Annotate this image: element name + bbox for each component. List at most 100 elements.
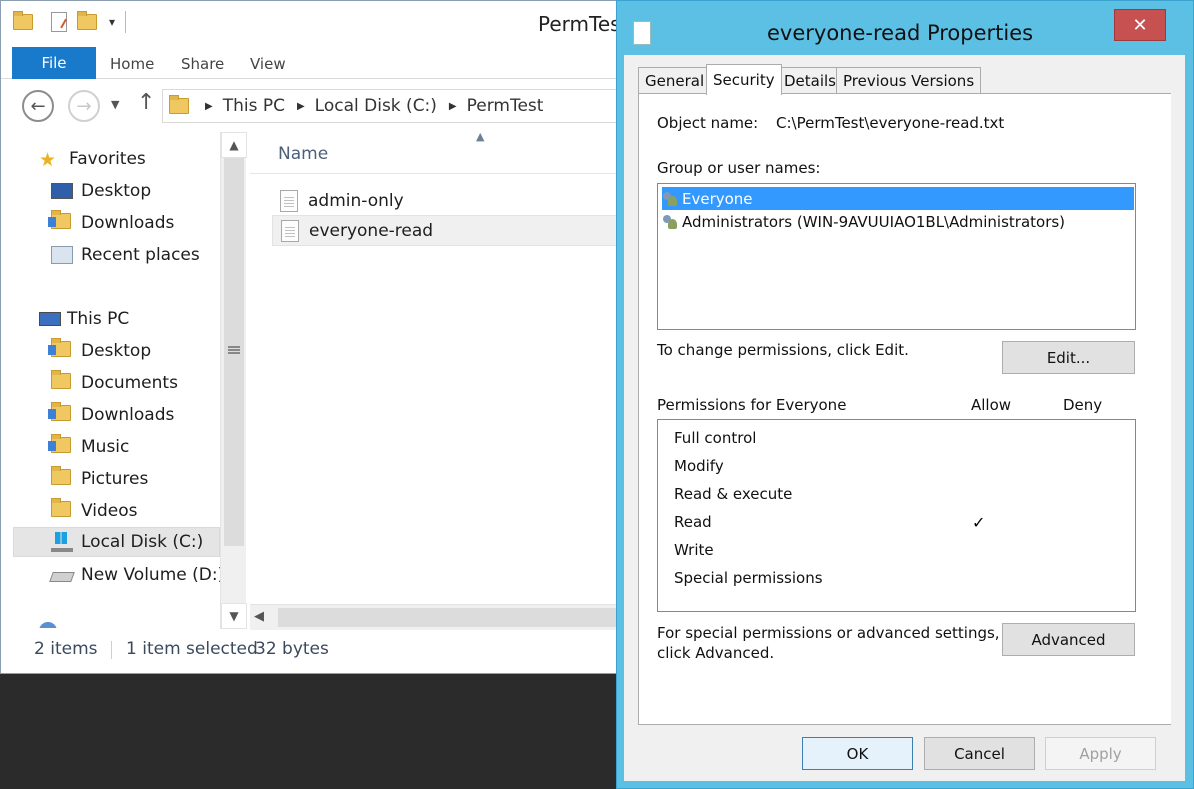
customize-qat-icon[interactable]: ▾ — [109, 15, 115, 29]
object-name-value: C:\PermTest\everyone-read.txt — [776, 114, 1005, 132]
user-row-everyone[interactable]: Everyone — [662, 187, 1134, 210]
advanced-text-line1: For special permissions or advanced sett… — [657, 624, 1000, 642]
computer-icon — [39, 312, 61, 326]
file-item-everyone-read[interactable]: everyone-read — [272, 215, 652, 246]
nav-pc-downloads[interactable]: Downloads — [48, 400, 220, 430]
read-allow-checkmark: ✓ — [972, 512, 986, 532]
close-dialog-button[interactable]: ✕ — [1114, 9, 1166, 41]
documents-folder-icon — [51, 370, 73, 393]
user-name: Everyone — [682, 189, 753, 208]
user-row-administrators[interactable]: Administrators (WIN-9AVUUIAO1BL\Administ… — [662, 210, 1134, 233]
up-button[interactable]: ↑ — [137, 90, 155, 115]
nav-label: New Volume (D:) — [81, 565, 220, 585]
quick-access-toolbar: ▾ — [13, 11, 127, 33]
file-item-admin-only[interactable]: admin-only — [272, 185, 652, 216]
breadcrumb-this-pc[interactable]: This PC — [223, 96, 285, 116]
perm-write: Write — [674, 541, 714, 559]
nav-fav-desktop[interactable]: Desktop — [51, 176, 220, 206]
nav-fav-recent-places[interactable]: Recent places — [51, 240, 220, 270]
perm-full-control: Full control — [674, 429, 757, 447]
breadcrumb-permtest[interactable]: PermTest — [467, 96, 544, 116]
nav-pc-documents[interactable]: Documents — [51, 368, 220, 398]
downloads-folder-icon — [48, 210, 73, 233]
user-list[interactable]: Everyone Administrators (WIN-9AVUUIAO1BL… — [657, 183, 1136, 330]
back-button[interactable]: ← — [22, 90, 54, 122]
nav-label: Videos — [81, 501, 138, 521]
scroll-left-button[interactable]: ◀ — [254, 609, 264, 624]
perm-read-execute: Read & execute — [674, 485, 793, 503]
tab-general[interactable]: General — [638, 67, 712, 93]
permissions-for-label: Permissions for Everyone — [657, 396, 847, 414]
tab-details[interactable]: Details — [777, 67, 844, 93]
nav-label: Favorites — [69, 149, 146, 169]
ok-button[interactable]: OK — [802, 737, 913, 770]
nav-pc-videos[interactable]: Videos — [51, 496, 220, 526]
status-item-count: 2 items — [34, 639, 98, 659]
perm-modify: Modify — [674, 457, 724, 475]
forward-button[interactable]: → — [68, 90, 100, 122]
recent-locations-dropdown[interactable]: ▼ — [111, 98, 119, 111]
nav-favorites[interactable]: ★ Favorites — [39, 144, 220, 174]
nav-label: Desktop — [81, 341, 152, 361]
tab-previous-versions[interactable]: Previous Versions — [836, 67, 982, 93]
properties-icon[interactable] — [51, 12, 67, 32]
chevron-right-icon: ▶ — [296, 100, 305, 112]
user-group-icon — [662, 214, 678, 230]
pictures-folder-icon — [51, 466, 73, 489]
nav-pc-pictures[interactable]: Pictures — [51, 464, 220, 494]
nav-label: Documents — [81, 373, 178, 393]
tab-security[interactable]: Security — [706, 64, 782, 95]
sort-ascending-icon: ▲ — [476, 130, 485, 143]
nav-label: Recent places — [81, 245, 200, 265]
folder-icon[interactable] — [13, 11, 33, 30]
arrow-right-icon: → — [76, 95, 92, 117]
scroll-thumb[interactable] — [224, 158, 244, 546]
cancel-button[interactable]: Cancel — [924, 737, 1035, 770]
properties-dialog: everyone-read Properties ✕ General Secur… — [616, 0, 1194, 789]
windows-drive-icon — [51, 532, 73, 552]
dialog-side-strip — [1171, 91, 1185, 781]
apply-button[interactable]: Apply — [1045, 737, 1156, 770]
tab-share[interactable]: Share — [181, 55, 224, 73]
status-size: 32 bytes — [255, 639, 329, 659]
arrow-up-icon: ↑ — [137, 90, 156, 115]
advanced-button[interactable]: Advanced — [1002, 623, 1135, 656]
network-icon[interactable] — [39, 622, 57, 628]
text-file-icon — [280, 189, 298, 212]
nav-fav-downloads[interactable]: Downloads — [48, 208, 220, 238]
new-folder-icon[interactable] — [77, 11, 97, 30]
scroll-up-button[interactable]: ▲ — [221, 132, 247, 158]
deny-header: Deny — [1063, 396, 1103, 414]
nav-pc-desktop[interactable]: Desktop — [48, 336, 220, 366]
nav-pc-music[interactable]: Music — [48, 432, 220, 462]
nav-label: This PC — [67, 309, 130, 329]
address-bar[interactable]: ▶ This PC ▶ Local Disk (C:) ▶ PermTest — [162, 89, 642, 123]
grip-icon — [228, 346, 240, 354]
desktop-folder-icon — [48, 338, 73, 361]
drive-icon — [49, 572, 75, 582]
scroll-down-button[interactable]: ▼ — [221, 603, 247, 629]
nav-label: Downloads — [81, 213, 175, 233]
navigation-pane: ★ Favorites Desktop Downloads Recent pla… — [13, 132, 220, 628]
perm-read: Read — [674, 513, 712, 531]
nav-pc-new-volume[interactable]: New Volume (D:) — [49, 560, 220, 590]
nav-pane-scrollbar[interactable]: ▲ ▼ — [220, 132, 247, 629]
breadcrumb-local-disk[interactable]: Local Disk (C:) — [315, 96, 437, 116]
dialog-body: General Security Details Previous Versio… — [624, 55, 1185, 781]
recent-places-icon — [51, 246, 73, 264]
column-label: Name — [278, 144, 329, 164]
user-group-icon — [662, 191, 678, 207]
nav-label: Downloads — [81, 405, 175, 425]
edit-button[interactable]: Edit... — [1002, 341, 1135, 374]
nav-this-pc[interactable]: This PC — [39, 304, 220, 334]
security-tab-panel: Object name: C:\PermTest\everyone-read.t… — [638, 93, 1172, 725]
column-header-name[interactable]: Name ▲ — [250, 130, 650, 174]
file-list: Name ▲ admin-only everyone-read — [250, 130, 652, 602]
tab-view[interactable]: View — [250, 55, 286, 73]
tab-home[interactable]: Home — [110, 55, 154, 73]
file-list-hscrollbar[interactable]: ◀ — [250, 604, 650, 630]
hscroll-thumb[interactable] — [278, 608, 638, 627]
allow-header: Allow — [971, 396, 1012, 414]
file-tab[interactable]: File — [12, 47, 96, 79]
nav-pc-local-disk[interactable]: Local Disk (C:) — [13, 527, 220, 557]
